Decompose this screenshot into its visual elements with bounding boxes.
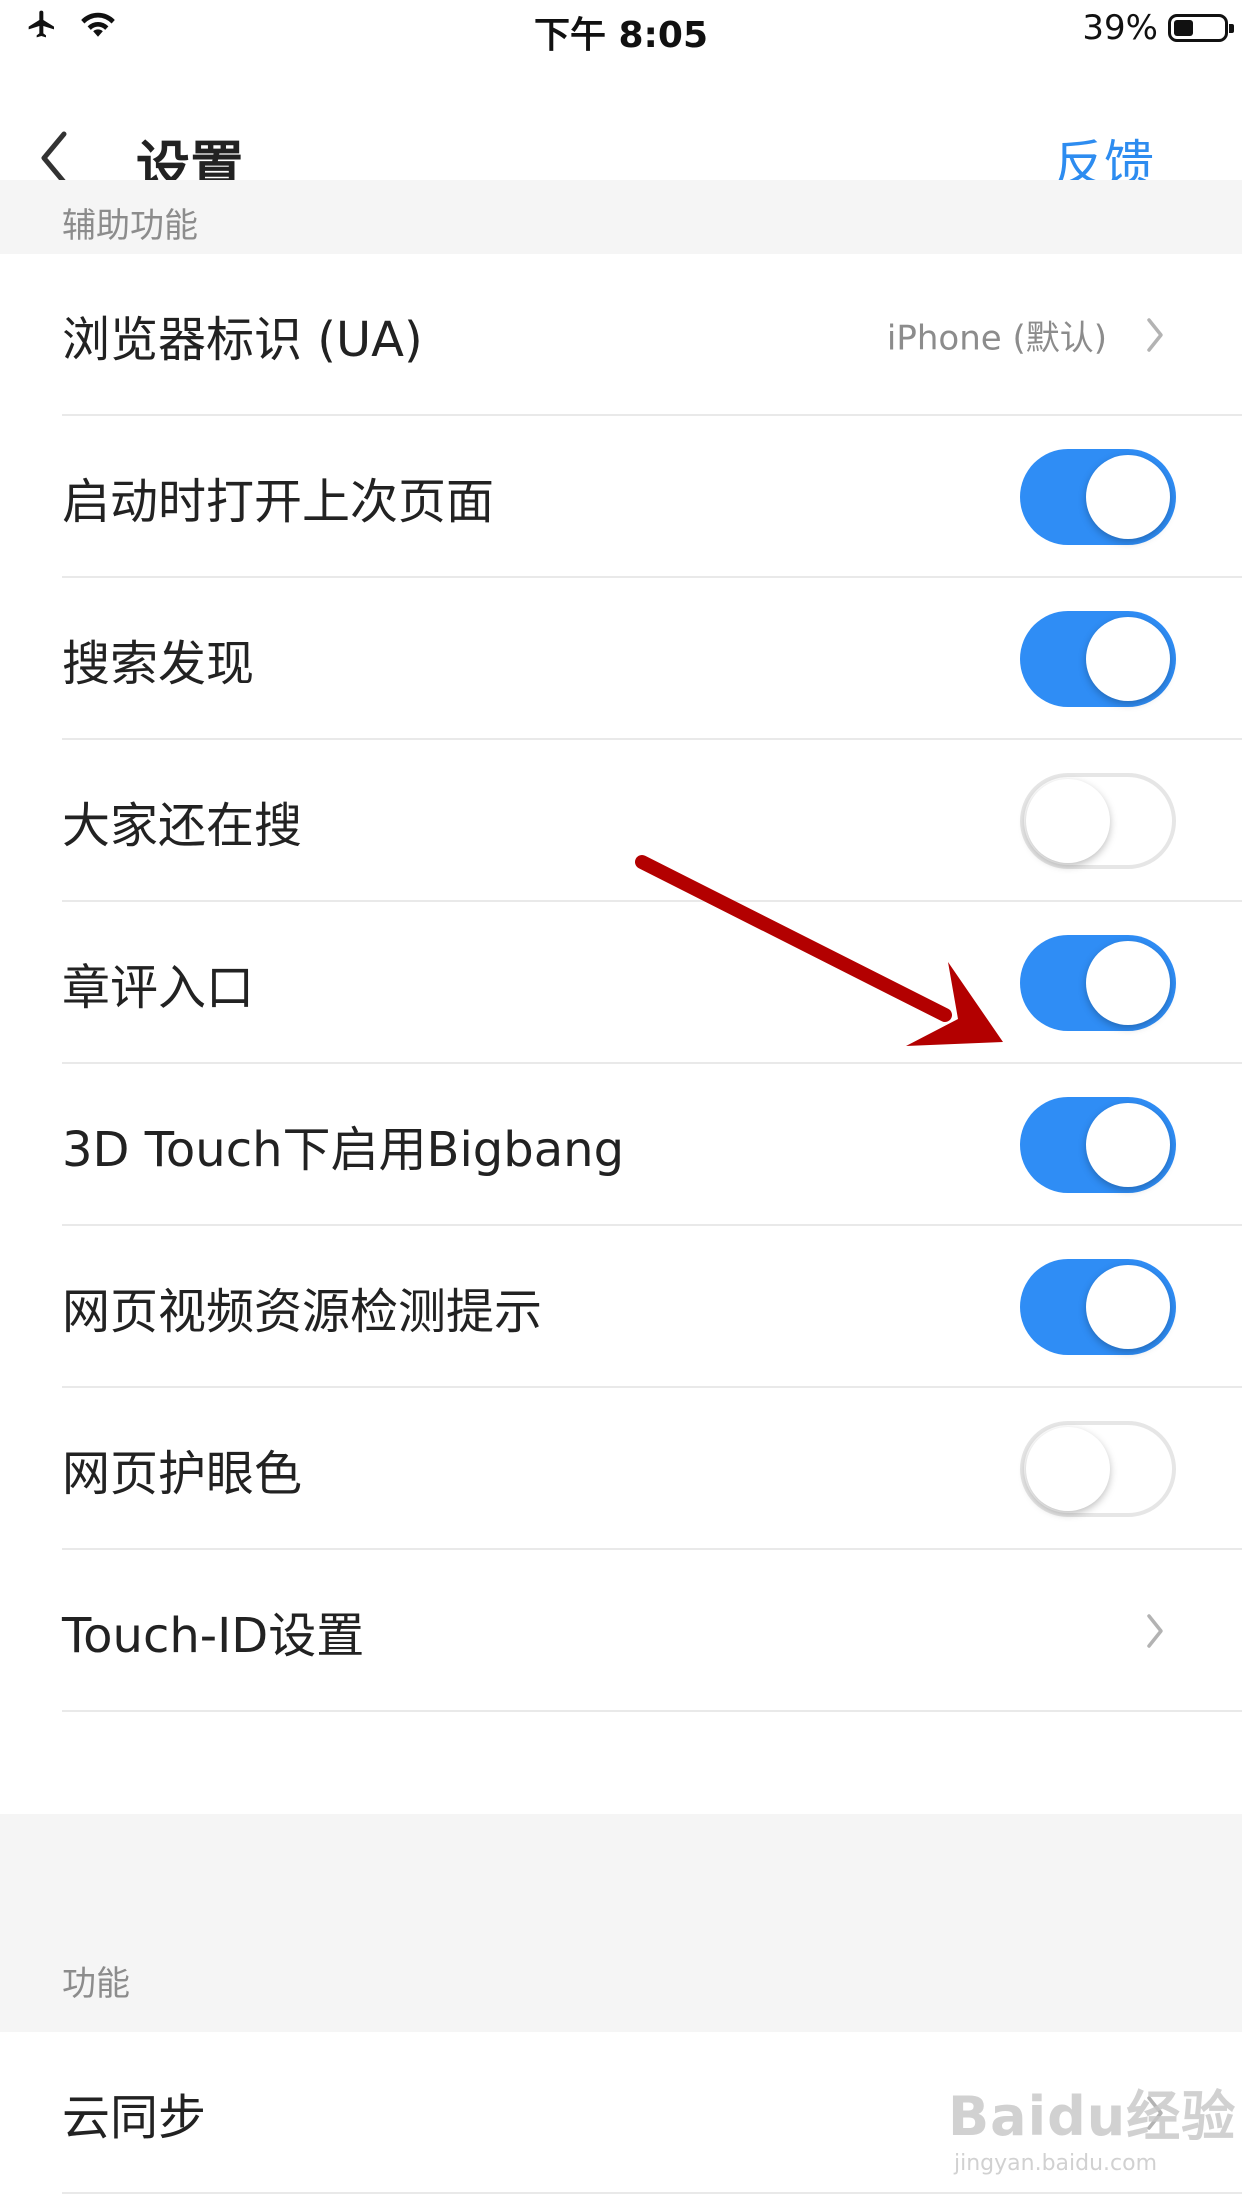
row-label: 3D Touch下启用Bigbang (62, 1122, 625, 1178)
row-open-last-page: 启动时打开上次页面 (0, 416, 1242, 578)
row-eye-care-color: 网页护眼色 (0, 1388, 1242, 1550)
section-header-accessibility: 辅助功能 (0, 180, 1242, 254)
chevron-right-icon (1147, 1614, 1163, 1648)
others-searching-toggle[interactable] (1020, 773, 1176, 869)
toggle-knob (1086, 1103, 1170, 1187)
toggle-knob (1086, 941, 1170, 1025)
battery-icon (1168, 14, 1234, 42)
row-value: iPhone (默认) (886, 318, 1107, 359)
toggle-knob (1026, 1427, 1110, 1511)
row-label: 搜索发现 (62, 636, 255, 692)
battery-level (1174, 20, 1193, 36)
search-discover-toggle[interactable] (1020, 611, 1176, 707)
toggle-knob (1086, 617, 1170, 701)
row-search-discover: 搜索发现 (0, 578, 1242, 740)
row-label: Touch-ID设置 (62, 1608, 365, 1664)
row-label: 云同步 (62, 2090, 207, 2146)
watermark-url: jingyan.baidu.com (954, 2151, 1158, 2176)
row-3d-touch-bigbang: 3D Touch下启用Bigbang (0, 1064, 1242, 1226)
eye-care-color-toggle[interactable] (1020, 1421, 1176, 1517)
divider (62, 2192, 1242, 2194)
settings-list-accessibility: 浏览器标识 (UA) iPhone (默认) 启动时打开上次页面 搜索发现 大家… (0, 254, 1242, 1712)
battery-cap (1229, 24, 1234, 33)
section-header-features: 功能 (0, 1814, 1242, 2032)
row-label: 章评入口 (62, 960, 255, 1016)
row-label: 大家还在搜 (62, 798, 303, 854)
watermark-brand: Baidu经验 (948, 2085, 1237, 2148)
section-label: 辅助功能 (62, 206, 198, 246)
row-others-searching: 大家还在搜 (0, 740, 1242, 902)
status-time: 下午 8:05 (533, 15, 709, 56)
open-last-page-toggle[interactable] (1020, 449, 1176, 545)
divider (62, 1710, 1242, 1712)
row-label: 网页护眼色 (62, 1446, 303, 1502)
toggle-knob (1086, 1265, 1170, 1349)
back-chevron-icon[interactable] (36, 128, 76, 188)
status-bar: 下午 8:05 39% (0, 0, 1242, 62)
battery-percent: 39% (1082, 8, 1158, 48)
chevron-right-icon (1147, 318, 1163, 352)
toggle-knob (1026, 779, 1110, 863)
row-touch-id-settings[interactable]: Touch-ID设置 (0, 1550, 1242, 1712)
status-right: 39% (1082, 8, 1234, 48)
video-detection-toggle[interactable] (1020, 1259, 1176, 1355)
section-label: 功能 (62, 1964, 130, 2004)
row-label: 启动时打开上次页面 (62, 474, 495, 530)
toggle-knob (1086, 455, 1170, 539)
row-browser-ua[interactable]: 浏览器标识 (UA) iPhone (默认) (0, 254, 1242, 416)
row-video-detection: 网页视频资源检测提示 (0, 1226, 1242, 1388)
chapter-comments-toggle[interactable] (1020, 935, 1176, 1031)
row-label: 网页视频资源检测提示 (62, 1284, 543, 1340)
row-label: 浏览器标识 (UA) (62, 312, 423, 368)
3d-touch-bigbang-toggle[interactable] (1020, 1097, 1176, 1193)
row-chapter-comments: 章评入口 (0, 902, 1242, 1064)
baidu-watermark: Baidu经验 jingyan.baidu.com (948, 2072, 1236, 2176)
